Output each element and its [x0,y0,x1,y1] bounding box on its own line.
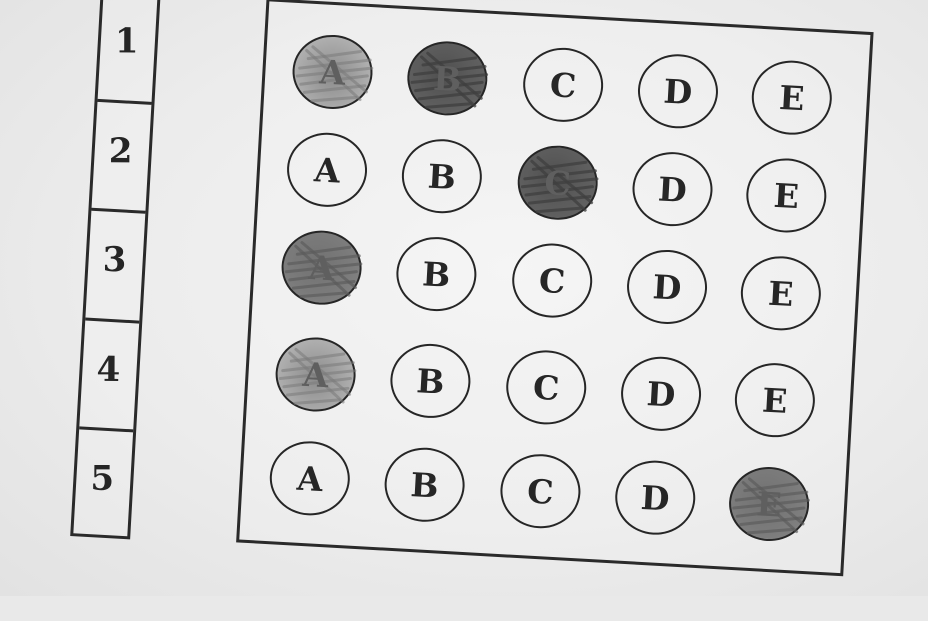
question-number-1: 1 [114,21,139,62]
answer-bubble-5-a[interactable]: A [267,439,352,518]
question-number-cell-4: 4 [79,320,140,433]
question-number-4: 4 [96,349,121,390]
answer-bubble-letter: C [548,64,578,106]
answer-bubble-5-b[interactable]: B [382,445,467,524]
answer-bubble-1-b[interactable]: B [405,39,490,118]
answer-bubble-1-d[interactable]: D [635,52,720,131]
answer-bubble-letter: D [639,477,671,518]
question-number-2: 2 [108,130,133,171]
answer-bubble-letter: D [645,373,677,415]
answer-bubble-letter: A [313,149,341,191]
answer-bubble-2-e[interactable]: E [744,156,829,235]
answer-bubble-4-d[interactable]: D [619,354,704,433]
answer-bubble-letter: E [761,380,789,421]
answer-bubble-letter: D [651,266,683,308]
answer-bubble-4-e[interactable]: E [732,361,817,440]
answer-grid: A B C D E A B C D E A B C D E A B C D E A B C D E [236,0,874,577]
answer-bubble-5-e[interactable]: E [727,464,812,544]
answer-bubble-letter: B [432,58,463,99]
answer-bubble-letter: B [426,155,457,197]
answer-bubble-4-c[interactable]: C [504,348,589,427]
answer-bubble-letter: E [772,175,800,216]
answer-bubble-3-e[interactable]: E [738,254,823,333]
pencil-stroke [425,102,473,109]
answer-bubble-letter: D [657,168,688,210]
answer-bubble-letter: B [409,464,440,506]
answer-sheet-paper: 1 2 3 4 5 A B C D E A B C D E A B C D E A B C D E A B C D E [0,0,928,596]
answer-bubble-letter: E [778,77,806,118]
answer-bubble-5-d[interactable]: D [613,458,698,537]
question-number-5: 5 [90,459,115,500]
answer-bubble-2-c[interactable]: C [515,143,600,222]
pencil-stroke [299,291,347,299]
answer-bubble-letter: A [307,247,336,288]
answer-bubble-4-a[interactable]: A [273,335,358,414]
answer-bubble-2-b[interactable]: B [399,137,484,216]
question-number-cell-1: 1 [97,0,158,105]
answer-bubble-letter: E [755,483,783,525]
answer-bubble-letter: A [318,51,347,93]
answer-bubble-2-d[interactable]: D [630,149,715,229]
answer-bubble-3-d[interactable]: D [625,247,710,327]
answer-bubble-letter: E [767,273,795,314]
answer-bubble-3-c[interactable]: C [510,241,595,320]
answer-bubble-3-b[interactable]: B [394,234,479,314]
answer-sheet-scene: 1 2 3 4 5 A B C D E A B C D E A B C D E A B C D E A B C D E [0,0,928,621]
pencil-stroke [535,206,583,214]
question-number-cell-3: 3 [85,210,146,324]
answer-bubble-letter: C [526,471,555,512]
pencil-stroke [293,398,341,405]
answer-bubble-letter: C [543,162,572,203]
answer-bubble-3-a[interactable]: A [279,228,364,307]
question-number-cell-2: 2 [91,101,152,214]
pencil-stroke [310,95,358,103]
answer-bubble-1-e[interactable]: E [749,58,834,137]
answer-bubble-letter: C [532,367,561,408]
question-number-cell-5: 5 [73,430,133,542]
answer-bubble-letter: B [421,253,452,295]
answer-bubble-5-c[interactable]: C [498,452,583,531]
answer-bubble-letter: D [662,71,694,112]
answer-bubble-letter: A [301,354,330,395]
question-number-3: 3 [102,240,127,281]
answer-bubble-1-c[interactable]: C [521,45,606,125]
question-number-column: 1 2 3 4 5 [70,0,161,542]
answer-bubble-letter: B [415,360,446,402]
answer-bubble-letter: C [538,260,567,301]
pencil-stroke [746,527,795,535]
answer-bubble-letter: A [295,458,324,499]
answer-bubble-4-b[interactable]: B [388,341,473,421]
answer-bubble-1-a[interactable]: A [290,32,375,112]
answer-bubble-2-a[interactable]: A [285,130,370,209]
